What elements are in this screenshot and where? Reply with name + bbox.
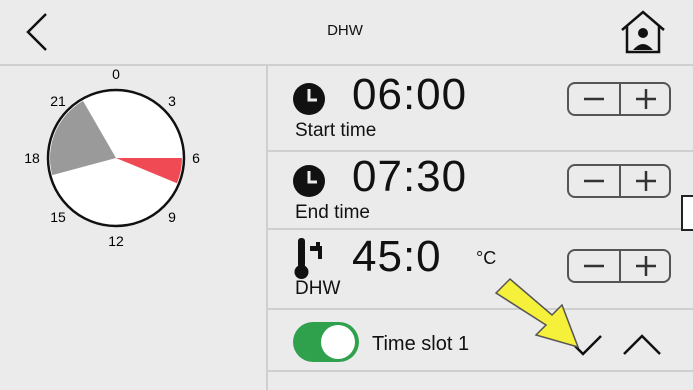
plus-icon: [636, 256, 656, 276]
chevron-up-icon[interactable]: [620, 330, 664, 360]
end-time-row: 07:30 End time: [268, 152, 693, 230]
page-title: DHW: [327, 22, 363, 39]
increase-button[interactable]: [621, 84, 671, 114]
minus-icon: [584, 264, 604, 268]
minus-icon: [584, 97, 604, 101]
start-time-stepper: [567, 82, 671, 116]
clock-label: 3: [168, 93, 176, 109]
start-time-label: Start time: [295, 120, 377, 141]
clock-label: 0: [112, 66, 120, 82]
clock-label: 18: [24, 150, 40, 166]
end-time-stepper: [567, 164, 671, 198]
clock-label: 9: [168, 209, 176, 225]
increase-button[interactable]: [621, 166, 671, 196]
schedule-clock: 0 3 6 9 12 15 18 21: [24, 66, 200, 249]
schedule-clock-panel: 0 3 6 9 12 15 18 21: [0, 66, 268, 390]
plus-icon: [636, 171, 656, 191]
clock-icon: [293, 83, 325, 115]
side-handle[interactable]: [681, 195, 693, 231]
dhw-temperature-value: 45:0: [352, 232, 442, 281]
start-time-value: 06:00: [352, 70, 468, 119]
tap-thermometer-icon: [294, 238, 322, 279]
back-chevron-icon[interactable]: [18, 10, 58, 54]
decrease-button[interactable]: [569, 84, 621, 114]
time-slot-toggle[interactable]: [293, 322, 359, 362]
header-bar: DHW: [0, 0, 693, 66]
end-time-label: End time: [295, 202, 370, 223]
clock-icon: [293, 165, 325, 197]
minus-icon: [584, 179, 604, 183]
plus-icon: [636, 89, 656, 109]
start-time-row: 06:00 Start time: [268, 66, 693, 152]
dhw-temperature-stepper: [567, 249, 671, 283]
home-person-icon[interactable]: [618, 8, 668, 56]
dhw-temperature-row: 45:0 °C DHW: [268, 230, 693, 310]
temperature-unit: °C: [476, 248, 497, 268]
end-time-value: 07:30: [352, 152, 468, 201]
decrease-button[interactable]: [569, 166, 621, 196]
toggle-knob: [321, 325, 355, 359]
chevron-down-icon[interactable]: [561, 330, 605, 360]
clock-label: 6: [192, 150, 200, 166]
decrease-button[interactable]: [569, 251, 621, 281]
clock-label: 15: [50, 209, 66, 225]
clock-label: 21: [50, 93, 66, 109]
clock-label: 12: [108, 233, 124, 249]
increase-button[interactable]: [621, 251, 671, 281]
dhw-label: DHW: [295, 278, 341, 299]
time-slot-label: Time slot 1: [372, 333, 470, 355]
